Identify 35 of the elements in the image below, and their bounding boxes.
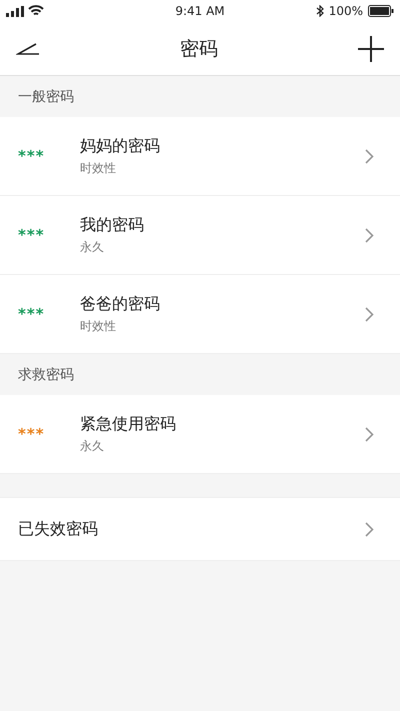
password-row[interactable]: *** 爸爸的密码 时效性 [0, 275, 400, 354]
password-name: 紧急使用密码 [80, 414, 177, 434]
password-mask: *** [18, 147, 45, 165]
battery-icon [368, 5, 394, 17]
section-header: 一般密码 [18, 88, 74, 106]
wifi-icon [28, 5, 44, 17]
add-button[interactable] [358, 36, 384, 62]
section-header: 求救密码 [18, 366, 74, 384]
password-row[interactable]: *** 妈妈的密码 时效性 [0, 117, 400, 196]
password-row[interactable]: *** 我的密码 永久 [0, 196, 400, 275]
password-validity: 时效性 [80, 160, 117, 176]
password-mask: *** [18, 425, 45, 443]
password-name: 爸爸的密码 [80, 294, 161, 314]
password-validity: 永久 [80, 438, 105, 454]
chevron-right-icon [365, 228, 374, 242]
chevron-right-icon [365, 148, 374, 164]
page-title: 密码 [180, 36, 218, 62]
bluetooth-icon [316, 5, 324, 17]
battery-percent: 100% [328, 4, 363, 18]
chevron-right-icon [365, 522, 374, 536]
password-validity: 永久 [80, 238, 105, 256]
signal-icon [6, 6, 24, 16]
chevron-right-icon [365, 306, 374, 322]
status-time: 9:41 AM [175, 4, 225, 18]
plus-icon [358, 36, 384, 62]
password-validity: 时效性 [80, 318, 117, 334]
back-button[interactable] [16, 42, 40, 54]
password-mask: *** [18, 226, 45, 244]
chevron-right-icon [365, 426, 374, 442]
expired-passwords-row[interactable]: 已失效密码 [0, 497, 400, 561]
password-row[interactable]: *** 紧急使用密码 永久 [0, 395, 400, 474]
expired-label: 已失效密码 [18, 518, 98, 540]
password-mask: *** [18, 305, 45, 323]
password-name: 妈妈的密码 [80, 136, 161, 156]
password-name: 我的密码 [80, 214, 145, 236]
